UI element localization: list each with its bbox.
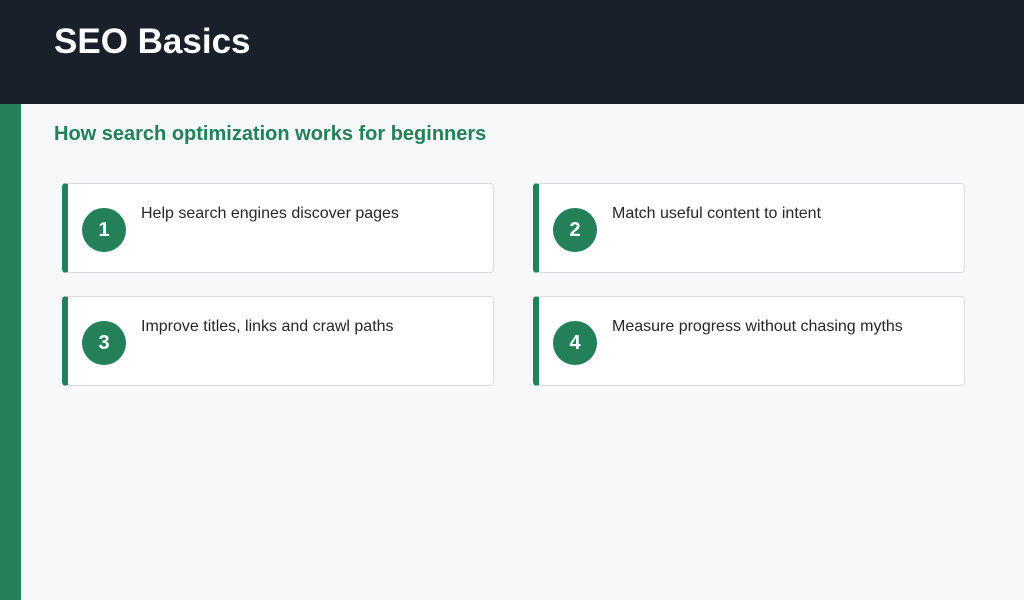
step-text: Measure progress without chasing myths [612, 318, 903, 335]
step-text: Match useful content to intent [612, 205, 822, 222]
app-title: SEO Basics [54, 22, 251, 61]
left-accent-bar [0, 104, 21, 600]
step-card-1: 1 Help search engines discover pages [62, 183, 494, 273]
step-card-3: 3 Improve titles, links and crawl paths [62, 296, 494, 386]
page-subtitle: How search optimization works for beginn… [54, 123, 487, 145]
step-number-badge: 1 [82, 208, 126, 252]
step-card-4: 4 Measure progress without chasing myths [533, 296, 965, 386]
step-text: Improve titles, links and crawl paths [141, 318, 394, 335]
step-number-badge: 3 [82, 321, 126, 365]
header: SEO Basics [0, 0, 1024, 104]
step-number-badge: 2 [553, 208, 597, 252]
step-card-2: 2 Match useful content to intent [533, 183, 965, 273]
step-text: Help search engines discover pages [141, 205, 399, 222]
step-number-badge: 4 [553, 321, 597, 365]
